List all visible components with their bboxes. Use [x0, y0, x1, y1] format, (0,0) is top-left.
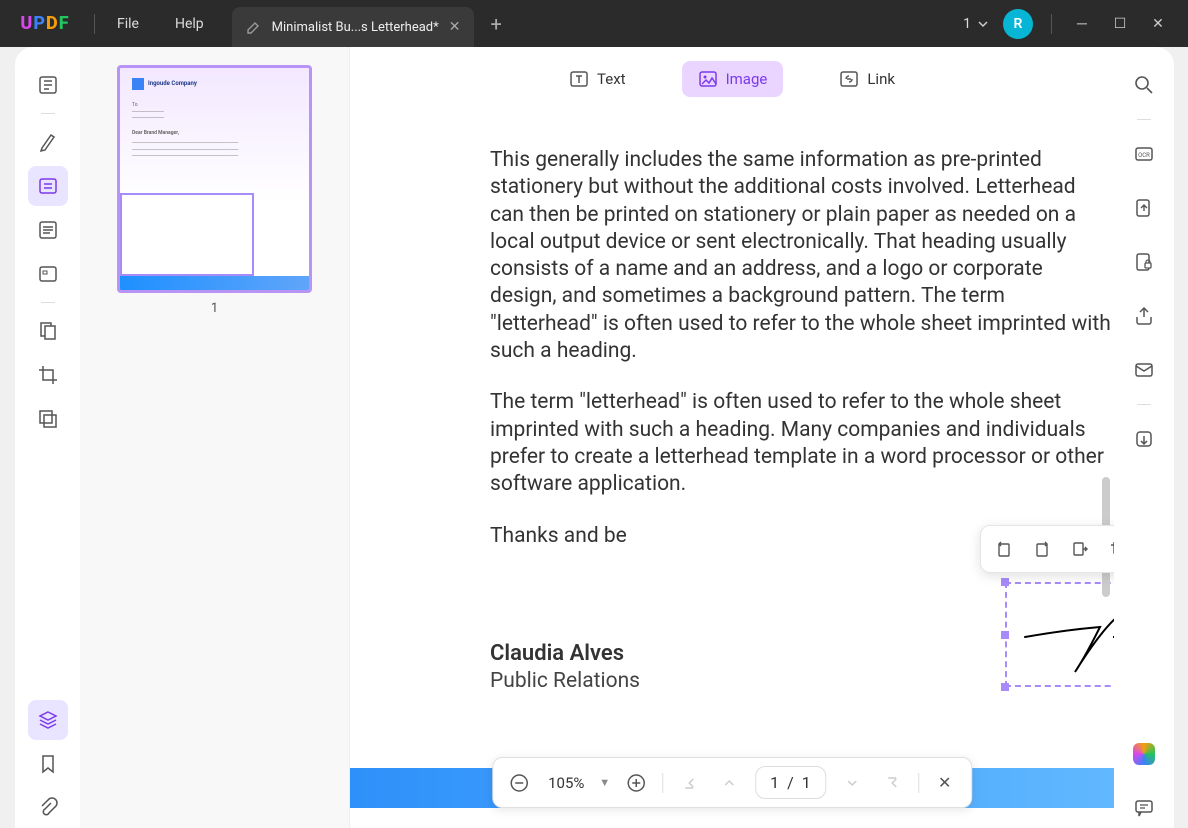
signature-graphic [1005, 582, 1114, 687]
first-page-button[interactable] [675, 769, 703, 797]
lock-icon [1133, 251, 1155, 273]
pages-tool[interactable] [28, 311, 68, 351]
thumbnail-footer [120, 276, 309, 290]
layers-tool[interactable] [28, 700, 68, 740]
image-properties-toolbar: w176.05 h47.18 [980, 525, 1114, 573]
document-tab[interactable]: Minimalist Bu...s Letterhead* ✕ [232, 7, 475, 47]
edit-text-button[interactable]: Text [553, 61, 642, 97]
comment-icon [1133, 797, 1155, 819]
convert-button[interactable] [1124, 188, 1164, 228]
titlebar: UPDF File Help Minimalist Bu...s Letterh… [0, 0, 1188, 47]
edit-mode-toolbar: Text Image Link [553, 61, 911, 97]
selected-signature-image[interactable] [1005, 582, 1114, 687]
rotate-left-button[interactable] [987, 532, 1021, 566]
document-viewport[interactable]: Text Image Link This generally includes … [350, 47, 1114, 828]
page-number-input[interactable]: 1 / 1 [755, 766, 826, 799]
attachment-tool[interactable] [28, 788, 68, 828]
share-button[interactable] [1124, 296, 1164, 336]
crop-tool[interactable] [28, 355, 68, 395]
window-count[interactable]: 1 [963, 16, 989, 32]
convert-icon [1133, 197, 1155, 219]
edit-link-button[interactable]: Link [823, 61, 911, 97]
menu-file[interactable]: File [99, 16, 157, 32]
separator [662, 773, 663, 793]
zoom-navigation-bar: 105% ▼ 1 / 1 ✕ [492, 757, 972, 808]
ai-assistant-button[interactable] [1124, 734, 1164, 774]
save-icon [1133, 428, 1155, 450]
zoom-in-button[interactable] [622, 769, 650, 797]
image-icon [698, 69, 718, 89]
titlebar-right: 1 R ─ ☐ ✕ [963, 9, 1188, 39]
ocr-button[interactable]: OCR [1124, 134, 1164, 174]
user-avatar[interactable]: R [1003, 9, 1033, 39]
protect-button[interactable] [1124, 242, 1164, 282]
text-icon [569, 69, 589, 89]
search-icon [1133, 74, 1155, 96]
paragraph-2: The term "letterhead" is often used to r… [490, 389, 1114, 498]
resize-handle-tl[interactable] [1001, 578, 1009, 586]
comment-button[interactable] [1124, 788, 1164, 828]
form-tool[interactable] [28, 254, 68, 294]
maximize-button[interactable]: ☐ [1108, 16, 1132, 32]
workspace: Ingoude Company To────────────────── Dea… [15, 47, 1174, 828]
link-icon [839, 69, 859, 89]
right-toolbar: OCR [1114, 47, 1174, 828]
watermark-tool[interactable] [28, 399, 68, 439]
edit-tool[interactable] [28, 166, 68, 206]
reader-tool[interactable] [28, 65, 68, 105]
ai-icon [1133, 743, 1155, 765]
separator [1051, 14, 1052, 34]
pencil-icon [246, 19, 262, 35]
share-icon [1133, 305, 1155, 327]
next-page-button[interactable] [838, 769, 866, 797]
separator [94, 14, 95, 34]
document-page: This generally includes the same informa… [350, 47, 1114, 828]
svg-text:OCR: OCR [1138, 152, 1150, 159]
extract-button[interactable] [1063, 532, 1097, 566]
app-logo: UPDF [0, 13, 90, 34]
email-button[interactable] [1124, 350, 1164, 390]
zoom-out-button[interactable] [505, 769, 533, 797]
close-tab-button[interactable]: ✕ [449, 19, 461, 35]
separator [918, 773, 919, 793]
tab-title: Minimalist Bu...s Letterhead* [272, 20, 439, 35]
separator [1137, 404, 1151, 405]
thumbnail-panel: Ingoude Company To────────────────── Dea… [80, 47, 350, 828]
zoom-value: 105% [545, 774, 587, 792]
mail-icon [1133, 359, 1155, 381]
ocr-icon: OCR [1133, 143, 1155, 165]
paragraph-1: This generally includes the same informa… [490, 147, 1114, 365]
resize-handle-bl[interactable] [1001, 683, 1009, 691]
thumbnail-label: 1 [211, 301, 218, 316]
save-button[interactable] [1124, 419, 1164, 459]
resize-handle-ml[interactable] [1001, 631, 1009, 639]
thumbnail-selection-indicator [120, 193, 254, 276]
page-thumbnail-1[interactable]: Ingoude Company To────────────────── Dea… [117, 65, 312, 293]
separator [1137, 119, 1151, 120]
prev-page-button[interactable] [715, 769, 743, 797]
left-toolbar [15, 47, 80, 828]
edit-image-button[interactable]: Image [682, 61, 784, 97]
organize-tool[interactable] [28, 210, 68, 250]
separator [41, 302, 55, 303]
rotate-right-button[interactable] [1025, 532, 1059, 566]
bookmark-tool[interactable] [28, 744, 68, 784]
last-page-button[interactable] [878, 769, 906, 797]
minimize-button[interactable]: ─ [1070, 15, 1094, 32]
close-toolbar-button[interactable]: ✕ [931, 769, 959, 797]
chevron-down-icon [977, 18, 989, 30]
zoom-dropdown[interactable]: ▼ [599, 776, 610, 789]
thumbnail-preview: Ingoude Company To────────────────── Dea… [120, 68, 309, 170]
tab-strip: Minimalist Bu...s Letterhead* ✕ + [232, 0, 518, 47]
search-button[interactable] [1124, 65, 1164, 105]
annotate-tool[interactable] [28, 122, 68, 162]
separator [41, 113, 55, 114]
crop-image-button[interactable] [1101, 532, 1114, 566]
close-window-button[interactable]: ✕ [1146, 16, 1170, 32]
new-tab-button[interactable]: + [474, 12, 517, 36]
menu-help[interactable]: Help [157, 16, 222, 32]
